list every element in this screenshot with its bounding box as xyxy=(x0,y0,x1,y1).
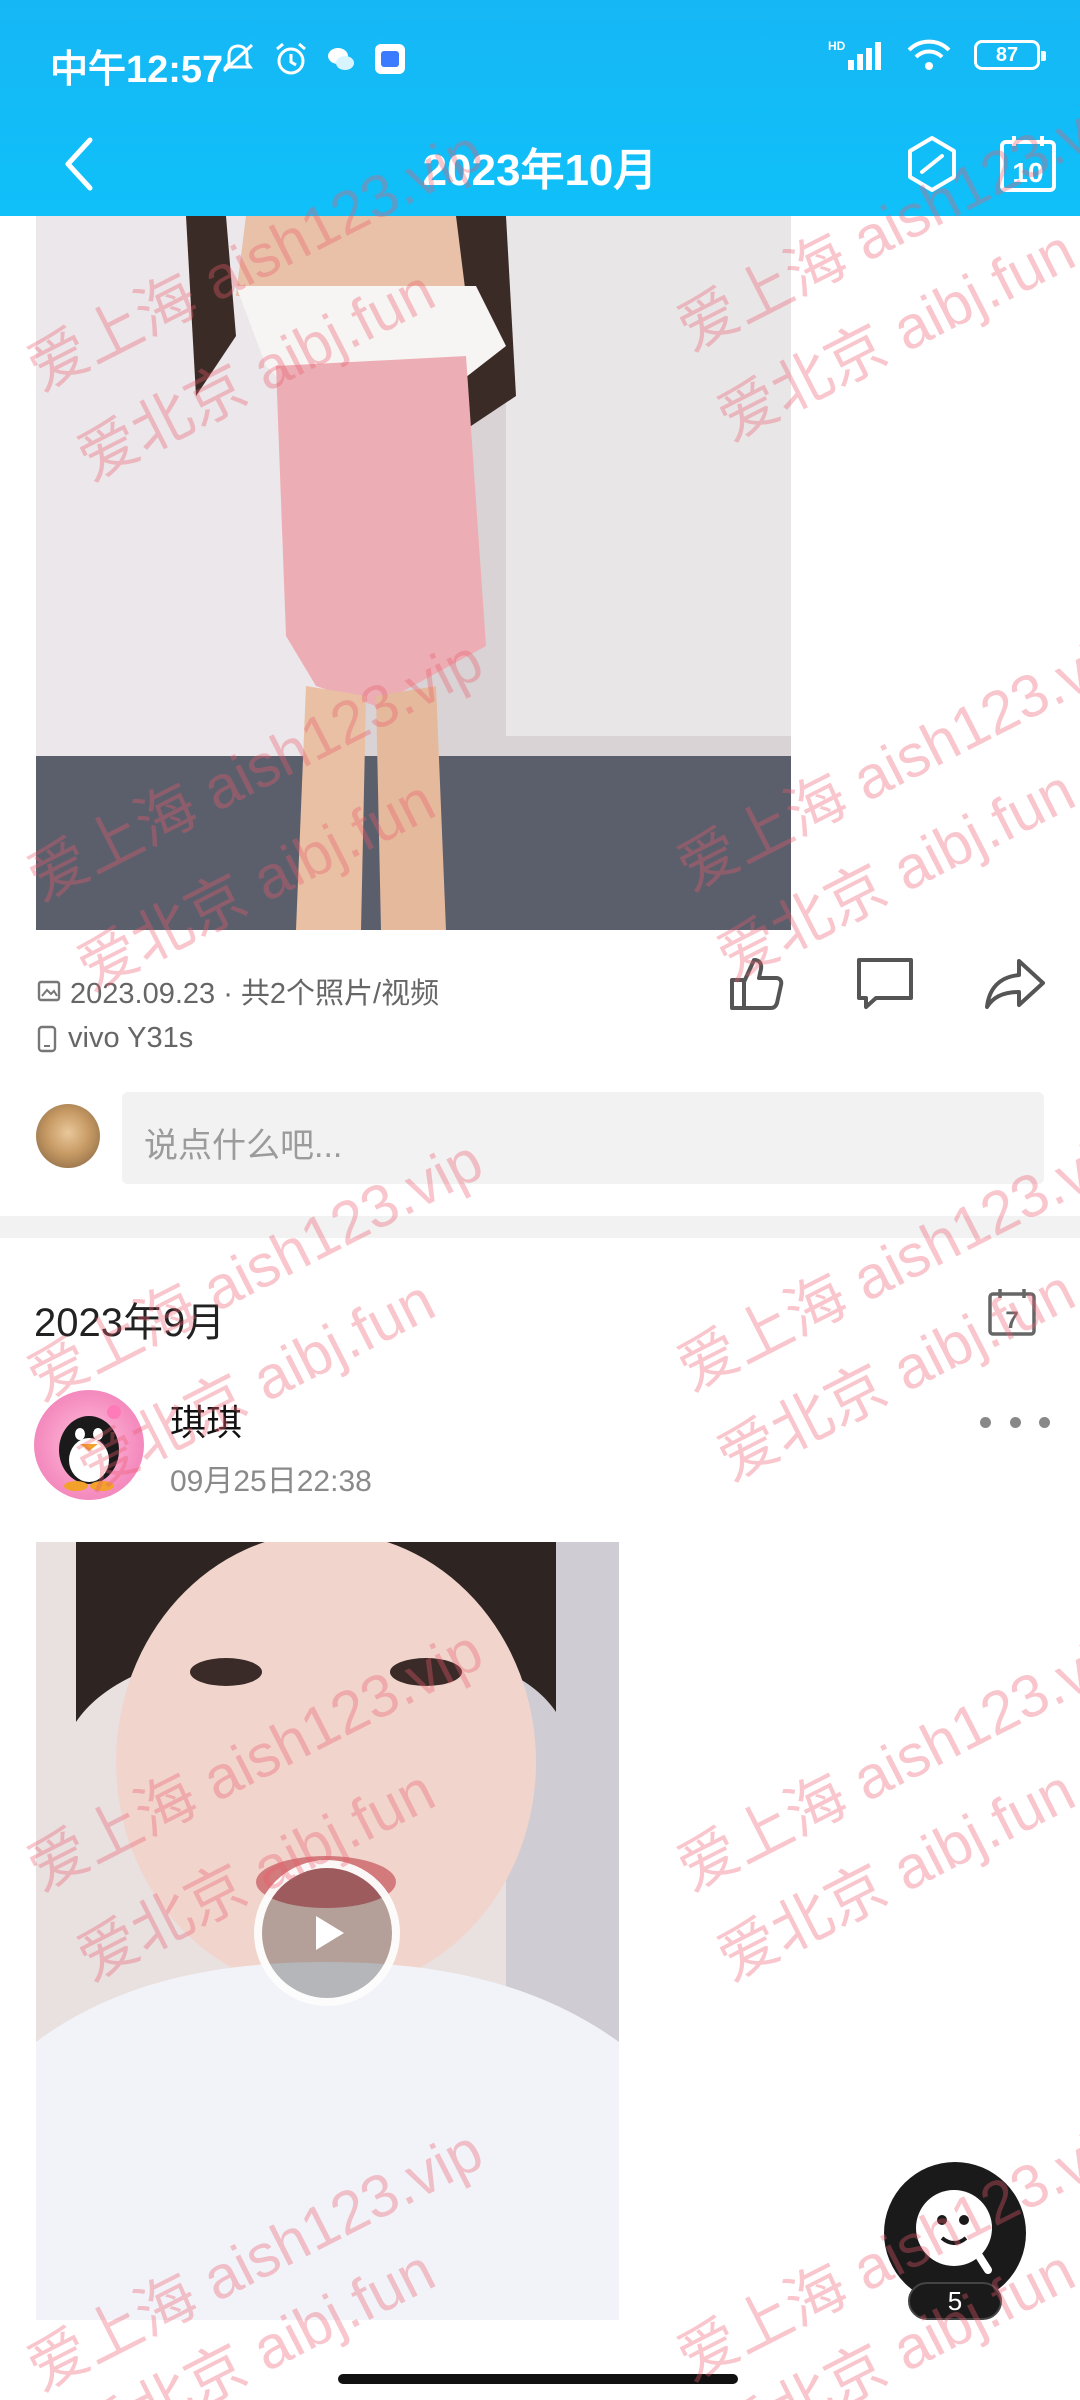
comment-bubble-icon xyxy=(857,958,913,1009)
wechat-icon xyxy=(328,48,354,70)
mute-bell-icon xyxy=(222,43,254,73)
more-dot-icon xyxy=(1009,1416,1021,1428)
watermark-text: 爱北京 aibj.fun xyxy=(706,1756,1080,1994)
wifi-icon xyxy=(907,39,951,70)
comment-input[interactable]: 说点什么吧... xyxy=(122,1092,1044,1184)
comment-button[interactable] xyxy=(850,950,920,1016)
status-time: 中午12:57 xyxy=(50,49,224,91)
alarm-icon xyxy=(276,42,306,75)
status-bar: 中午12:57 HD 87 xyxy=(0,0,1080,120)
nav-bar: 2023年10月 10 xyxy=(0,120,1080,216)
user-name[interactable]: 琪琪 xyxy=(170,1394,242,1446)
more-dot-icon xyxy=(1039,1416,1050,1428)
my-avatar[interactable] xyxy=(36,1104,100,1168)
phone-icon xyxy=(37,1025,57,1052)
svg-text:7: 7 xyxy=(1005,1307,1018,1334)
battery-level: 87 xyxy=(995,43,1019,66)
home-indicator[interactable] xyxy=(338,2374,738,2384)
post-photo[interactable] xyxy=(36,216,791,930)
post-meta: 2023.09.23 · 共2个照片/视频 xyxy=(36,970,439,1012)
play-button[interactable] xyxy=(254,1860,400,2006)
play-icon xyxy=(316,1916,344,1950)
app-header: 中午12:57 HD 87 2023年10月 10 xyxy=(0,0,1080,216)
penguin-avatar-image xyxy=(59,1405,121,1491)
more-dot-icon xyxy=(980,1416,991,1428)
comment-placeholder: 说点什么吧... xyxy=(144,1127,343,1165)
share-button[interactable] xyxy=(980,950,1050,1016)
share-arrow-icon xyxy=(985,959,1045,1009)
status-notification-icons xyxy=(220,40,408,78)
app-notification-icon xyxy=(375,44,405,74)
more-options-button[interactable] xyxy=(980,1404,1050,1440)
assistant-badge: 5 xyxy=(908,2282,1002,2320)
user-avatar[interactable] xyxy=(34,1390,144,1500)
post-time: 09月25日22:38 xyxy=(170,1465,372,1498)
svg-text:HD: HD xyxy=(828,39,846,53)
month-header: 2023年9月 xyxy=(34,1301,226,1345)
filter-hexagon-icon[interactable] xyxy=(900,132,964,196)
post-date-count: 2023.09.23 · 共2个照片/视频 xyxy=(70,978,440,1010)
svg-text:10: 10 xyxy=(1012,157,1043,188)
watermark-text: 爱上海 aish123.vip xyxy=(666,1616,1080,1904)
calendar-icon[interactable]: 7 xyxy=(986,1286,1038,1338)
section-divider xyxy=(0,1216,1080,1238)
like-button[interactable] xyxy=(722,950,792,1016)
signal-icon: HD xyxy=(828,39,881,70)
photo-album-icon xyxy=(37,980,61,1002)
post-video[interactable] xyxy=(36,1542,619,2320)
photo-illustration xyxy=(36,216,791,930)
battery-indicator: 87 xyxy=(974,40,1046,70)
calendar-icon[interactable]: 10 xyxy=(996,132,1060,196)
watermark-text: 爱北京 aibj.fun xyxy=(706,1256,1080,1494)
device-name: vivo Y31s xyxy=(68,1022,194,1054)
post-device: vivo Y31s xyxy=(36,1022,193,1055)
thumbs-up-icon xyxy=(730,958,784,1010)
status-system-icons: HD 87 xyxy=(828,38,1046,72)
